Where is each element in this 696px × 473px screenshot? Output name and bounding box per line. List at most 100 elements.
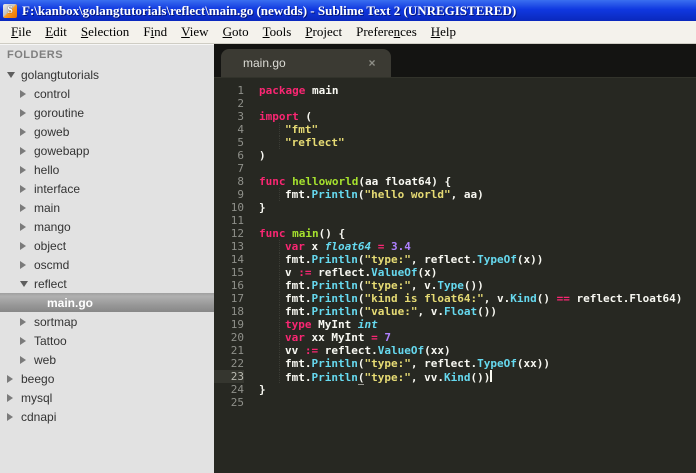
sidebar-item-main[interactable]: main bbox=[0, 198, 214, 217]
triangle-collapsed-icon bbox=[7, 412, 17, 421]
code-token: , vv. bbox=[410, 371, 444, 384]
code-token: 7 bbox=[384, 331, 391, 344]
code-token: , v. bbox=[417, 305, 444, 318]
sidebar-item-object[interactable]: object bbox=[0, 236, 214, 255]
triangle-collapsed-icon bbox=[7, 374, 17, 383]
sidebar-item-golangtutorials[interactable]: golangtutorials bbox=[0, 65, 214, 84]
folders-panel[interactable]: FOLDERS golangtutorials control goroutine g… bbox=[0, 44, 214, 473]
code-line-content: ) bbox=[244, 149, 266, 162]
code-line: 18 fmt.Println("value:", v.Float()) bbox=[214, 305, 696, 318]
sidebar-item-web[interactable]: web bbox=[0, 350, 214, 369]
menu-item-tools[interactable]: Tools bbox=[256, 22, 299, 42]
sidebar-item-goweb[interactable]: goweb bbox=[0, 122, 214, 141]
sidebar-item-oscmd[interactable]: oscmd bbox=[0, 255, 214, 274]
menu-item-view[interactable]: View bbox=[174, 22, 215, 42]
menu-item-help[interactable]: Help bbox=[424, 22, 463, 42]
line-number: 17 bbox=[230, 292, 244, 305]
code-line: 11 bbox=[214, 214, 696, 227]
code-token: var bbox=[285, 240, 305, 253]
sidebar-item-goroutine[interactable]: goroutine bbox=[0, 103, 214, 122]
code-line-content: import ( bbox=[244, 110, 312, 123]
code-line-content: v := reflect.ValueOf(x) bbox=[244, 266, 437, 279]
code-line: 12 func main() { bbox=[214, 227, 696, 240]
tab-bar: main.go × bbox=[214, 44, 696, 78]
main-area: FOLDERS golangtutorials control goroutine g… bbox=[0, 44, 696, 473]
code-token: ValueOf bbox=[371, 266, 418, 279]
code-line-content: vv := reflect.ValueOf(xx) bbox=[244, 344, 451, 357]
sidebar-item-reflect[interactable]: reflect bbox=[0, 274, 214, 293]
sidebar-item-gowebapp[interactable]: gowebapp bbox=[0, 141, 214, 160]
line-number: 18 bbox=[230, 305, 244, 318]
code-token: (xx)) bbox=[516, 357, 550, 370]
code-editor[interactable]: 1 package main 2 3 import (4 "fmt" 5 "reflect" 6… bbox=[214, 78, 696, 473]
close-icon[interactable]: × bbox=[365, 56, 379, 70]
code-token: Println bbox=[311, 305, 358, 318]
code-token: fmt. bbox=[285, 371, 312, 384]
sidebar-item-mysql[interactable]: mysql bbox=[0, 388, 214, 407]
title-bar[interactable]: S F:\kanbox\golangtutorials\reflect\main… bbox=[0, 0, 696, 21]
code-line-content bbox=[244, 214, 259, 227]
menu-item-selection[interactable]: Selection bbox=[74, 22, 136, 42]
tab-main-go[interactable]: main.go × bbox=[221, 49, 391, 77]
sidebar-item-interface[interactable]: interface bbox=[0, 179, 214, 198]
menu-item-find[interactable]: Find bbox=[136, 22, 174, 42]
indent-guide bbox=[259, 305, 280, 318]
code-token: } bbox=[259, 383, 266, 396]
code-token: "type:" bbox=[364, 371, 411, 384]
text-cursor bbox=[490, 370, 493, 382]
line-number: 12 bbox=[230, 227, 244, 240]
sidebar-item-beego[interactable]: beego bbox=[0, 369, 214, 388]
code-line: 20 var xx MyInt = 7 bbox=[214, 331, 696, 344]
code-token: Println bbox=[311, 188, 358, 201]
line-number: 20 bbox=[230, 331, 244, 344]
menu-item-preferences[interactable]: Preferences bbox=[349, 22, 424, 42]
code-token: Float bbox=[443, 305, 478, 318]
code-token: float64 bbox=[324, 240, 372, 253]
indent-guide bbox=[259, 370, 280, 383]
code-token: fmt. bbox=[285, 188, 312, 201]
code-line-content: fmt.Println("hello world", aa) bbox=[244, 188, 484, 201]
code-line-content: fmt.Println("type:", v.Type()) bbox=[244, 279, 484, 292]
code-line: 4 "fmt" bbox=[214, 123, 696, 136]
sidebar-item-label: main bbox=[34, 200, 61, 215]
code-token: Println bbox=[311, 253, 358, 266]
sidebar-item-label: interface bbox=[34, 181, 81, 196]
sidebar-item-hello[interactable]: hello bbox=[0, 160, 214, 179]
sidebar-item-control[interactable]: control bbox=[0, 84, 214, 103]
sidebar-item-sortmap[interactable]: sortmap bbox=[0, 312, 214, 331]
line-number: 1 bbox=[237, 84, 244, 97]
code-line: 19 type MyInt int bbox=[214, 318, 696, 331]
menu-item-file[interactable]: File bbox=[4, 22, 38, 42]
sidebar-item-label: beego bbox=[21, 371, 55, 386]
sidebar-item-tattoo[interactable]: Tattoo bbox=[0, 331, 214, 350]
code-token: (x)) bbox=[516, 253, 544, 266]
menu-item-goto[interactable]: Goto bbox=[216, 22, 256, 42]
sidebar-item-label: cdnapi bbox=[21, 409, 57, 424]
code-line-content: var xx MyInt = 7 bbox=[244, 331, 391, 344]
code-line-content: var x float64 = 3.4 bbox=[244, 240, 411, 253]
menu-item-project[interactable]: Project bbox=[298, 22, 349, 42]
code-token: Println bbox=[311, 371, 358, 384]
menu-item-edit[interactable]: Edit bbox=[38, 22, 74, 42]
sidebar-item-label: reflect bbox=[34, 276, 67, 291]
code-token: } bbox=[259, 201, 266, 214]
code-token: , aa) bbox=[450, 188, 484, 201]
code-line: 16 fmt.Println("type:", v.Type()) bbox=[214, 279, 696, 292]
code-line-content: fmt.Println("type:", reflect.TypeOf(xx)) bbox=[244, 357, 550, 370]
code-line: 7 bbox=[214, 162, 696, 175]
triangle-collapsed-icon bbox=[20, 184, 30, 193]
triangle-expanded-icon bbox=[7, 71, 17, 78]
sidebar-item-cdnapi[interactable]: cdnapi bbox=[0, 407, 214, 426]
sidebar-item-mango[interactable]: mango bbox=[0, 217, 214, 236]
code-token: vv bbox=[285, 344, 305, 357]
code-line-content bbox=[244, 162, 259, 175]
code-token: () bbox=[536, 292, 557, 305]
line-number: 6 bbox=[237, 149, 244, 162]
sidebar-item-main-go[interactable]: main.go bbox=[0, 293, 214, 312]
folder-tree: golangtutorials control goroutine goweb gowe… bbox=[0, 65, 214, 426]
code-token: "type:" bbox=[364, 357, 411, 370]
sidebar-item-label: web bbox=[34, 352, 57, 367]
indent-guide bbox=[259, 188, 280, 201]
code-token: x bbox=[304, 240, 325, 253]
